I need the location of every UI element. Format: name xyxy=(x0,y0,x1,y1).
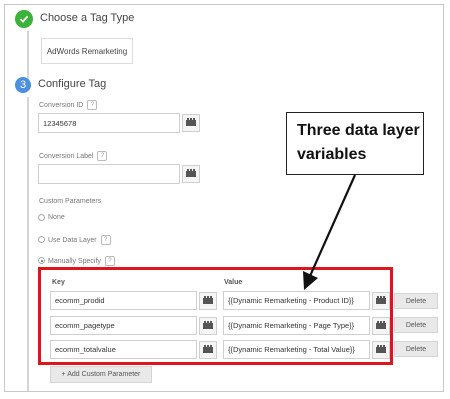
annotation-line-2: variables xyxy=(297,146,367,163)
annotation-line-1: Three data layer xyxy=(297,122,420,139)
arrow-annotation xyxy=(303,174,357,290)
annotation-callout: Three data layer variables xyxy=(286,112,424,175)
